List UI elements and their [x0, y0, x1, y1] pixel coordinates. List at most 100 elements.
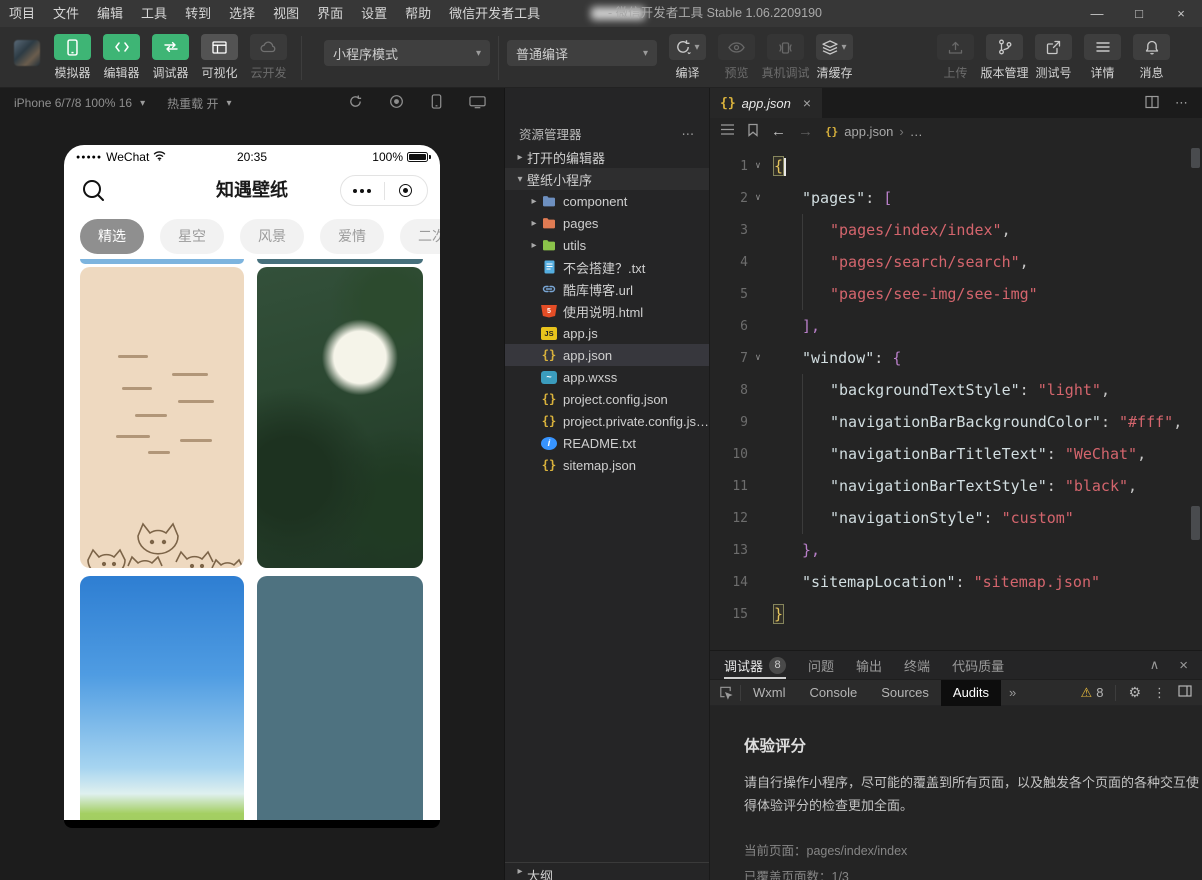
file-酷库博客.url[interactable]: 酷库博客.url: [505, 278, 709, 300]
outline-section[interactable]: ▸ 大纲: [505, 862, 709, 880]
avatar[interactable]: [14, 40, 40, 66]
line-number: 10: [710, 447, 748, 462]
tab-app-json[interactable]: {} app.json ×: [710, 88, 822, 118]
more-actions-icon[interactable]: ⋯: [682, 126, 696, 141]
file-使用说明.html[interactable]: 5使用说明.html: [505, 300, 709, 322]
explorer-section-打开的编辑器[interactable]: ▸打开的编辑器: [505, 146, 709, 168]
phone-view-icon[interactable]: [430, 94, 443, 112]
fold-icon[interactable]: ∨: [748, 193, 768, 203]
kebab-menu-icon[interactable]: ⋮: [1153, 685, 1166, 701]
file-label: sitemap.json: [563, 458, 636, 473]
mode-dropdown[interactable]: 小程序模式 ▾: [324, 40, 490, 66]
outline-list-icon[interactable]: [720, 123, 735, 139]
more-actions-icon[interactable]: ⋯: [1175, 95, 1188, 111]
toolbar-button-编辑器[interactable]: 编辑器: [98, 34, 145, 81]
toolbar-button-消息[interactable]: 消息: [1128, 34, 1175, 81]
menu-设置[interactable]: 设置: [352, 0, 396, 27]
panel-tab-输出[interactable]: 输出: [856, 651, 882, 679]
file-app.json[interactable]: {}app.json: [505, 344, 709, 366]
toolbar-button-版本管理[interactable]: 版本管理: [981, 34, 1028, 81]
panel-tab-代码质量[interactable]: 代码质量: [952, 651, 1004, 679]
toolbar-button-详情[interactable]: 详情: [1079, 34, 1126, 81]
category-tab-精选[interactable]: 精选: [80, 219, 144, 254]
toolbar-button-清缓存[interactable]: ▾ 清缓存: [811, 34, 858, 81]
minimize-button[interactable]: —: [1076, 0, 1118, 27]
panel-tab-调试器[interactable]: 调试器8: [724, 651, 786, 679]
file-app.js[interactable]: JSapp.js: [505, 322, 709, 344]
devtools-tab-Console[interactable]: Console: [798, 680, 870, 706]
panel-tab-终端[interactable]: 终端: [904, 651, 930, 679]
folder-utils[interactable]: ▸utils: [505, 234, 709, 256]
gear-icon[interactable]: ⚙: [1128, 684, 1141, 701]
menu-项目[interactable]: 项目: [0, 0, 44, 27]
close-target-icon[interactable]: [385, 184, 428, 197]
category-tab-风景[interactable]: 风景: [240, 219, 304, 254]
wallpaper-thumb-flower[interactable]: [257, 267, 423, 568]
inspect-element-icon[interactable]: [710, 685, 740, 700]
fold-icon[interactable]: ∨: [748, 353, 768, 363]
record-icon[interactable]: [389, 94, 404, 112]
wallpaper-thumb-sky[interactable]: [80, 576, 244, 820]
hot-reload-toggle[interactable]: 热重载 开 ▾: [167, 95, 231, 112]
category-tab-星空[interactable]: 星空: [160, 219, 224, 254]
toolbar-button-模拟器[interactable]: 模拟器: [49, 34, 96, 81]
menu-编辑[interactable]: 编辑: [88, 0, 132, 27]
collapse-panel-icon[interactable]: ∧: [1150, 657, 1160, 674]
panel-tab-问题[interactable]: 问题: [808, 651, 834, 679]
wallpaper-thumb-teal[interactable]: [257, 576, 423, 820]
toolbar-button-label: 上传: [943, 64, 967, 81]
toolbar-button-云开发[interactable]: 云开发: [245, 34, 292, 81]
nav-back-icon[interactable]: ←: [771, 123, 786, 140]
toolbar-button-调试器[interactable]: 调试器: [147, 34, 194, 81]
compile-mode-dropdown[interactable]: 普通编译 ▾: [507, 40, 657, 66]
toolbar-button-编译[interactable]: ▾ 编译: [664, 34, 711, 81]
menu-界面[interactable]: 界面: [308, 0, 352, 27]
file-app.wxss[interactable]: ~app.wxss: [505, 366, 709, 388]
breadcrumb-file: app.json: [844, 124, 893, 139]
folder-component[interactable]: ▸component: [505, 190, 709, 212]
file-project.config.json[interactable]: {}project.config.json: [505, 388, 709, 410]
screenshot-icon[interactable]: [469, 95, 486, 112]
file-project.private.config.js…[interactable]: {}project.private.config.js…: [505, 410, 709, 432]
close-panel-icon[interactable]: ×: [1179, 657, 1188, 674]
menu-微信开发者工具[interactable]: 微信开发者工具: [440, 0, 549, 27]
menu-选择[interactable]: 选择: [220, 0, 264, 27]
menu-文件[interactable]: 文件: [44, 0, 88, 27]
file-sitemap.json[interactable]: {}sitemap.json: [505, 454, 709, 476]
scrollbar-thumb[interactable]: [1191, 506, 1200, 540]
restart-icon[interactable]: [348, 94, 363, 112]
menu-视图[interactable]: 视图: [264, 0, 308, 27]
menu-工具[interactable]: 工具: [132, 0, 176, 27]
wallpaper-thumb-cats[interactable]: [80, 267, 244, 568]
devtools-tab-Audits[interactable]: Audits: [941, 680, 1001, 706]
file-README.txt[interactable]: iREADME.txt: [505, 432, 709, 454]
fold-icon[interactable]: ∨: [748, 161, 768, 171]
scrollbar-mark[interactable]: [1191, 148, 1200, 168]
warnings-indicator[interactable]: ⚠ 8: [1081, 685, 1104, 701]
breadcrumb[interactable]: {} app.json › …: [825, 124, 923, 139]
bookmark-icon[interactable]: [747, 123, 759, 140]
close-button[interactable]: ×: [1160, 0, 1202, 27]
chevron-down-icon: ▾: [476, 48, 481, 59]
menu-帮助[interactable]: 帮助: [396, 0, 440, 27]
device-selector[interactable]: iPhone 6/7/8 100% 16 ▾: [14, 96, 145, 110]
menu-转到[interactable]: 转到: [176, 0, 220, 27]
maximize-button[interactable]: □: [1118, 0, 1160, 27]
category-tab-二次[interactable]: 二次: [400, 219, 440, 254]
dock-side-icon[interactable]: [1178, 685, 1192, 700]
code-area[interactable]: 1 ∨ { 2 ∨ "pages": [ 3 "pages/index/inde…: [710, 144, 1202, 650]
more-tabs-icon[interactable]: »: [1001, 685, 1024, 700]
folder-pages[interactable]: ▸pages: [505, 212, 709, 234]
explorer-section-壁纸小程序[interactable]: ▾壁纸小程序: [505, 168, 709, 190]
split-editor-icon[interactable]: [1145, 95, 1159, 112]
toolbar-button-测试号[interactable]: 测试号: [1030, 34, 1077, 81]
file-不会搭建？.txt[interactable]: 不会搭建？.txt: [505, 256, 709, 278]
more-menu-icon[interactable]: [341, 189, 384, 193]
close-tab-icon[interactable]: ×: [803, 95, 811, 111]
phone-statusbar: ●●●●● WeChat 20:35 100%: [64, 145, 440, 169]
tab-label: app.json: [742, 96, 791, 111]
devtools-tab-Wxml[interactable]: Wxml: [741, 680, 798, 706]
toolbar-button-可视化[interactable]: 可视化: [196, 34, 243, 81]
category-tab-爱情[interactable]: 爱情: [320, 219, 384, 254]
devtools-tab-Sources[interactable]: Sources: [869, 680, 941, 706]
